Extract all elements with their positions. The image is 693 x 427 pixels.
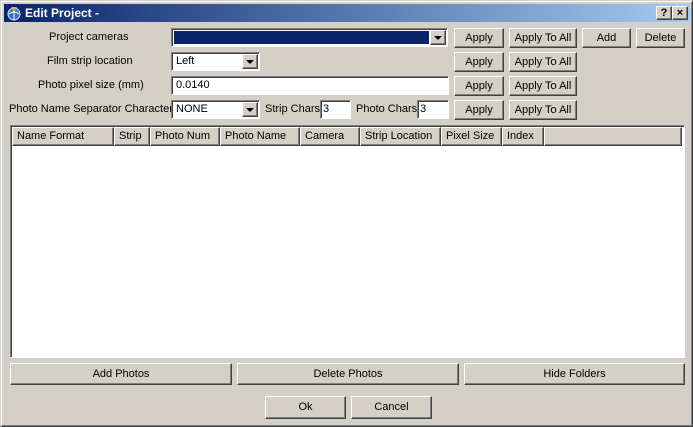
column-header-strip[interactable]: Strip <box>114 127 150 146</box>
film-strip-location-label: Film strip location <box>47 55 133 67</box>
project-cameras-label: Project cameras <box>49 31 129 43</box>
separator-character-dropdown[interactable]: NONE <box>171 100 260 119</box>
title-bar[interactable]: Edit Project - ? × <box>4 4 690 22</box>
help-button[interactable]: ? <box>656 6 672 20</box>
separator-apply-to-all-button[interactable]: Apply To All <box>509 100 577 120</box>
chevron-down-icon[interactable] <box>242 54 258 69</box>
separator-character-value: NONE <box>176 103 208 115</box>
delete-photos-button[interactable]: Delete Photos <box>237 363 459 385</box>
column-header-photo-name[interactable]: Photo Name <box>220 127 300 146</box>
column-header-filler <box>544 127 682 146</box>
film-strip-location-value: Left <box>176 55 195 67</box>
column-header-photo-num[interactable]: Photo Num <box>150 127 220 146</box>
column-header-index[interactable]: Index <box>502 127 544 146</box>
photo-pixel-size-input[interactable]: 0.0140 <box>171 76 449 95</box>
hide-folders-button[interactable]: Hide Folders <box>464 363 685 385</box>
photo-chars-label: Photo Chars <box>356 103 418 115</box>
pixel-size-apply-button[interactable]: Apply <box>454 76 504 96</box>
close-button[interactable]: × <box>672 6 688 20</box>
film-strip-apply-button[interactable]: Apply <box>454 52 504 72</box>
separator-character-label: Photo Name Separator Character <box>9 103 173 115</box>
separator-apply-button[interactable]: Apply <box>454 100 504 120</box>
column-header-name-format[interactable]: Name Format <box>12 127 114 146</box>
photo-list-table[interactable]: Name Format Strip Photo Num Photo Name C… <box>10 125 685 358</box>
column-header-camera[interactable]: Camera <box>300 127 360 146</box>
film-strip-apply-to-all-button[interactable]: Apply To All <box>509 52 577 72</box>
edit-project-dialog: Edit Project - ? × Project cameras Apply… <box>0 0 693 427</box>
cameras-apply-button[interactable]: Apply <box>454 28 504 48</box>
cancel-button[interactable]: Cancel <box>351 396 432 419</box>
selection-highlight <box>174 31 429 44</box>
photo-chars-value: 3 <box>420 103 427 115</box>
app-globe-icon <box>6 5 22 21</box>
column-header-strip-location[interactable]: Strip Location <box>360 127 441 146</box>
delete-camera-button[interactable]: Delete <box>636 28 685 48</box>
strip-chars-label: Strip Chars <box>265 103 321 115</box>
strip-chars-value: 3 <box>323 103 330 115</box>
ok-button[interactable]: Ok <box>265 396 346 419</box>
cameras-apply-to-all-button[interactable]: Apply To All <box>509 28 577 48</box>
project-cameras-dropdown[interactable] <box>171 28 448 47</box>
film-strip-location-dropdown[interactable]: Left <box>171 52 260 71</box>
photo-pixel-size-label: Photo pixel size (mm) <box>38 79 144 91</box>
chevron-down-icon[interactable] <box>430 30 446 45</box>
add-photos-button[interactable]: Add Photos <box>10 363 232 385</box>
pixel-size-apply-to-all-button[interactable]: Apply To All <box>509 76 577 96</box>
strip-chars-input[interactable]: 3 <box>320 100 351 119</box>
window-title: Edit Project - <box>25 6 100 20</box>
column-header-pixel-size[interactable]: Pixel Size <box>441 127 502 146</box>
chevron-down-icon[interactable] <box>242 102 258 117</box>
photo-chars-input[interactable]: 3 <box>417 100 449 119</box>
add-camera-button[interactable]: Add <box>582 28 631 48</box>
photo-pixel-size-value: 0.0140 <box>176 79 210 91</box>
